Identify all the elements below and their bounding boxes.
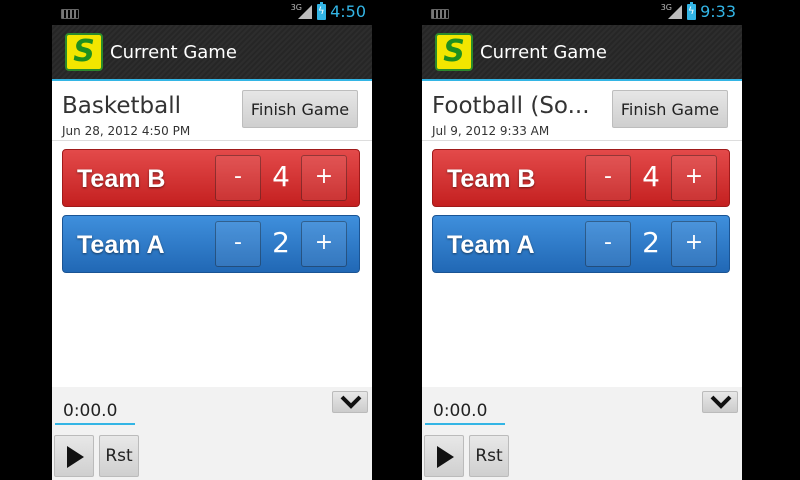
action-bar: S Current Game [52, 25, 372, 81]
collapse-timer-button[interactable] [332, 391, 368, 413]
team-score-row: Team A - 2 + [62, 215, 360, 273]
team-score: 2 [272, 226, 290, 259]
chevron-down-icon [710, 395, 732, 409]
game-content: Football (So... Jul 9, 2012 9:33 AM Fini… [422, 81, 742, 480]
game-name: Football (So... [432, 93, 590, 119]
status-bar: 3G ϟ 9:33 [422, 0, 742, 25]
collapse-timer-button[interactable] [702, 391, 738, 413]
game-date: Jul 9, 2012 9:33 AM [432, 124, 550, 138]
increment-score-button[interactable]: + [301, 155, 347, 201]
chevron-down-icon [340, 395, 362, 409]
game-name: Basketball [62, 93, 181, 119]
decrement-score-button[interactable]: - [585, 221, 631, 267]
decrement-score-button[interactable]: - [585, 155, 631, 201]
keyboard-icon [431, 9, 449, 19]
finish-game-button[interactable]: Finish Game [242, 90, 358, 128]
battery-charging-icon: ϟ [317, 2, 326, 20]
timer-value: 0:00.0 [433, 401, 488, 421]
play-icon [67, 446, 84, 468]
timer-panel: 0:00.0 Rst [52, 387, 372, 480]
team-score-row: Team B - 4 + [62, 149, 360, 207]
reset-timer-button[interactable]: Rst [469, 435, 509, 477]
game-date: Jun 28, 2012 4:50 PM [62, 124, 191, 138]
game-content: Basketball Jun 28, 2012 4:50 PM Finish G… [52, 81, 372, 480]
team-score-row: Team B - 4 + [432, 149, 730, 207]
status-bar: 3G ϟ 4:50 [52, 0, 372, 25]
team-score: 4 [642, 160, 660, 193]
timer-value: 0:00.0 [63, 401, 118, 421]
phone-screen-basketball: 3G ϟ 4:50 S Current Game Basketball Jun … [52, 0, 372, 480]
team-name: Team B [77, 165, 166, 193]
action-bar-title: Current Game [110, 42, 237, 63]
divider [422, 140, 742, 141]
signal-icon [298, 5, 312, 19]
finish-game-button[interactable]: Finish Game [612, 90, 728, 128]
divider [52, 140, 372, 141]
team-name: Team A [447, 231, 535, 259]
team-name: Team A [77, 231, 165, 259]
increment-score-button[interactable]: + [671, 221, 717, 267]
increment-score-button[interactable]: + [671, 155, 717, 201]
app-logo-icon[interactable]: S [65, 33, 103, 71]
decrement-score-button[interactable]: - [215, 221, 261, 267]
team-score: 4 [272, 160, 290, 193]
keyboard-icon [61, 9, 79, 19]
action-bar-title: Current Game [480, 42, 607, 63]
battery-charging-icon: ϟ [687, 2, 696, 20]
timer-panel: 0:00.0 Rst [422, 387, 742, 480]
timer-field[interactable]: 0:00.0 [55, 397, 135, 425]
play-timer-button[interactable] [424, 435, 464, 477]
timer-field[interactable]: 0:00.0 [425, 397, 505, 425]
phone-screen-football: 3G ϟ 9:33 S Current Game Football (So...… [422, 0, 742, 480]
app-logo-icon[interactable]: S [435, 33, 473, 71]
status-clock: 9:33 [700, 2, 736, 21]
team-score: 2 [642, 226, 660, 259]
decrement-score-button[interactable]: - [215, 155, 261, 201]
signal-icon [668, 5, 682, 19]
play-timer-button[interactable] [54, 435, 94, 477]
play-icon [437, 446, 454, 468]
team-name: Team B [447, 165, 536, 193]
reset-timer-button[interactable]: Rst [99, 435, 139, 477]
increment-score-button[interactable]: + [301, 221, 347, 267]
team-score-row: Team A - 2 + [432, 215, 730, 273]
action-bar: S Current Game [422, 25, 742, 81]
status-clock: 4:50 [330, 2, 366, 21]
